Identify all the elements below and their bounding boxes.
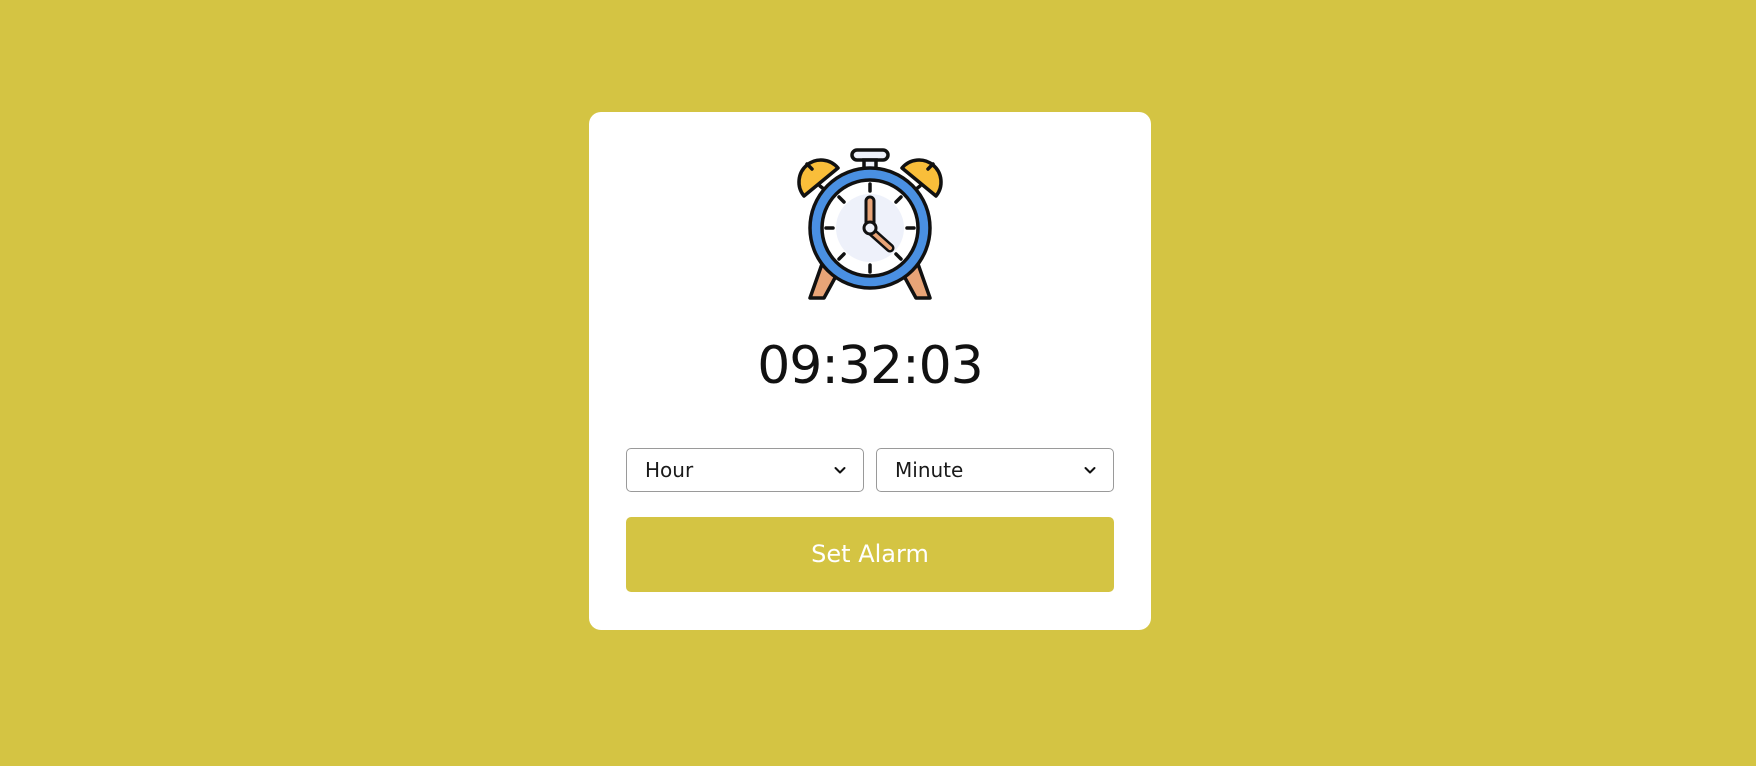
current-time: 09:32:03 <box>757 336 984 396</box>
minute-select[interactable]: Minute <box>876 448 1114 492</box>
minute-select-value: Minute <box>895 458 964 482</box>
set-alarm-button[interactable]: Set Alarm <box>626 517 1114 592</box>
alarm-card: 09:32:03 Hour Minute Set Alarm <box>589 112 1151 630</box>
chevron-down-icon <box>1083 463 1097 477</box>
hour-select-value: Hour <box>645 458 694 482</box>
time-selectors: Hour Minute <box>626 448 1114 492</box>
hour-select[interactable]: Hour <box>626 448 864 492</box>
chevron-down-icon <box>833 463 847 477</box>
alarm-clock-icon <box>792 146 948 302</box>
